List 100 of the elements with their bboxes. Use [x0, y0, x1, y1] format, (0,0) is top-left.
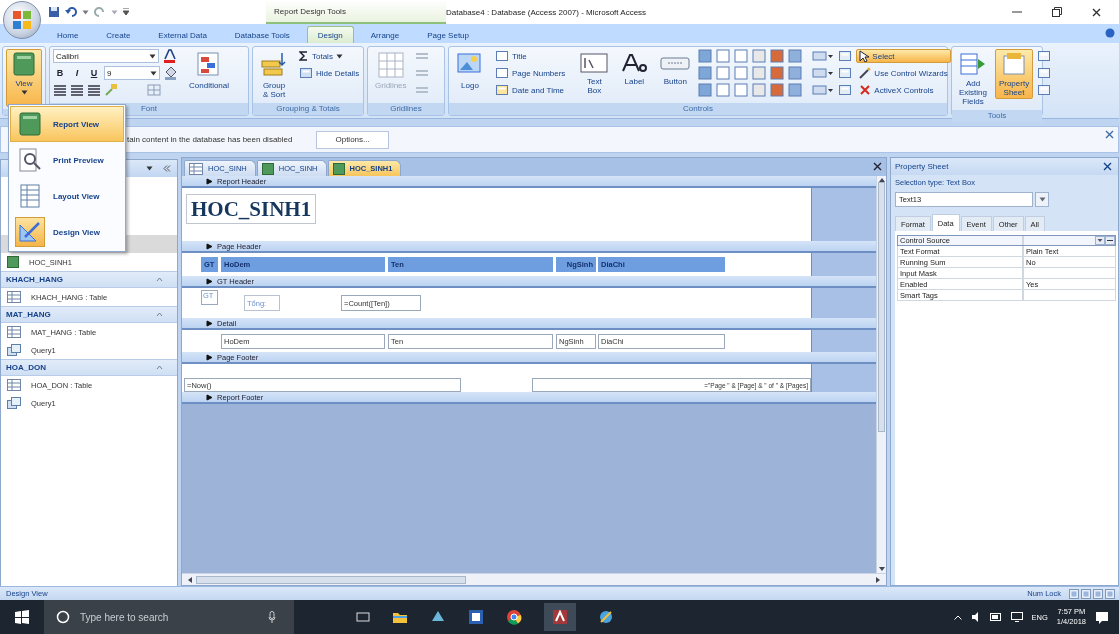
nav-group-header[interactable]: KHACH_HANG: [1, 271, 177, 288]
conditional-button[interactable]: Conditional: [185, 49, 234, 92]
logo-button[interactable]: Logo: [452, 49, 488, 92]
restore-icon[interactable]: [1052, 7, 1062, 17]
close-icon[interactable]: [1103, 162, 1112, 171]
wand-icon: [859, 67, 872, 79]
wizard-icon[interactable]: [838, 66, 853, 80]
control-toolbox-drawing[interactable]: [698, 49, 805, 99]
tab-order-icon[interactable]: [1037, 83, 1051, 97]
control-wizards-button[interactable]: Use Control Wizards: [856, 66, 951, 80]
search-icon: [56, 610, 70, 624]
help-icon[interactable]: [1105, 28, 1115, 38]
align-left-icon[interactable]: [53, 84, 67, 96]
align-right-icon[interactable]: [87, 84, 101, 96]
tool-button[interactable]: Property Sheet: [995, 49, 1033, 99]
report-label[interactable]: HOC_SINH1: [186, 194, 317, 224]
speaker-icon[interactable]: [970, 612, 981, 622]
font-size-dropdown[interactable]: 9: [104, 66, 160, 80]
group-sort-button[interactable]: Group & Sort: [256, 49, 292, 101]
vertical-scrollbar[interactable]: [876, 176, 886, 573]
select-button[interactable]: Select: [856, 49, 951, 63]
line-type-icon[interactable]: [812, 66, 835, 80]
totals-button[interactable]: Totals: [296, 49, 363, 63]
scroll-thumb[interactable]: [878, 182, 885, 432]
build-icon[interactable]: [1105, 235, 1115, 245]
windows-logo-icon[interactable]: [15, 610, 29, 624]
scroll-left-icon: [188, 576, 192, 583]
browser-icon[interactable]: [506, 609, 522, 625]
format-painter-icon[interactable]: [104, 83, 118, 97]
chevron-up-icon[interactable]: [953, 614, 962, 620]
font-name-dropdown[interactable]: Calibri: [53, 49, 159, 63]
ribbon-tab[interactable]: Design: [306, 26, 354, 43]
ribbon-tab[interactable]: Page Setup: [416, 26, 480, 43]
task-view-icon[interactable]: [356, 611, 370, 623]
collapse-icon[interactable]: [156, 311, 163, 318]
undo-icon[interactable]: [65, 6, 77, 18]
app-icon[interactable]: [598, 609, 614, 625]
ribbon-tab[interactable]: Database Tools: [223, 26, 301, 43]
activex-icon: [859, 84, 872, 96]
title-button[interactable]: Title: [492, 49, 569, 63]
view-menu-item[interactable]: Print Preview: [10, 142, 124, 178]
report-view-icon[interactable]: [1069, 588, 1079, 599]
close-icon[interactable]: [873, 162, 882, 171]
ribbon-tab[interactable]: External Data: [147, 26, 218, 43]
horizontal-scrollbar[interactable]: [182, 573, 886, 585]
app-icon[interactable]: [468, 609, 484, 625]
page-numbers-button[interactable]: Page Numbers: [492, 66, 569, 80]
scroll-thumb[interactable]: [196, 575, 466, 584]
date-time-button[interactable]: Date and Time: [492, 83, 569, 97]
hide-details-button[interactable]: Hide Details: [296, 66, 363, 80]
form-icon[interactable]: [1037, 66, 1051, 80]
tool-button[interactable]: Add Existing Fields: [955, 49, 991, 108]
format-button[interactable]: B: [53, 66, 67, 80]
section-marker-icon: [206, 319, 213, 327]
folder-icon[interactable]: [392, 610, 408, 624]
view-menu-item[interactable]: Layout View: [10, 178, 124, 214]
line-color-icon[interactable]: [812, 83, 835, 97]
button-tool-button[interactable]: Button: [656, 49, 695, 88]
view-button[interactable]: View: [6, 49, 42, 107]
section-marker-icon: [206, 393, 213, 401]
view-menu-item[interactable]: Design View: [10, 214, 124, 250]
refresh-icon[interactable]: [1037, 49, 1051, 63]
view-menu-item[interactable]: Report View: [10, 106, 124, 142]
view-icon: [11, 51, 37, 77]
layout-view-icon[interactable]: [1081, 588, 1091, 599]
design-view-icon: [17, 219, 43, 245]
label-button[interactable]: Label: [616, 49, 653, 88]
close-icon[interactable]: [1092, 7, 1101, 17]
format-button[interactable]: U: [87, 66, 101, 80]
notification-icon[interactable]: [1095, 610, 1109, 624]
margin-area: [811, 288, 876, 318]
dropdown-icon[interactable]: [1095, 235, 1105, 245]
dropdown-icon[interactable]: [1038, 197, 1046, 202]
collapse-icon[interactable]: [156, 364, 163, 371]
ribbon-tab[interactable]: Home: [46, 26, 90, 43]
align-center-icon[interactable]: [70, 84, 84, 96]
save-icon[interactable]: [48, 6, 60, 18]
text-box-button[interactable]: Text Box: [576, 49, 613, 97]
options-button[interactable]: Options...: [316, 130, 389, 149]
caret-icon: [150, 70, 157, 76]
display-icon[interactable]: [1010, 612, 1023, 622]
ribbon-tab[interactable]: Create: [95, 26, 142, 43]
battery-icon[interactable]: [989, 613, 1002, 621]
design-view-icon[interactable]: [1105, 588, 1115, 599]
report-view-icon: [17, 111, 43, 137]
ribbon-tab[interactable]: Arrange: [359, 26, 411, 43]
collapse-icon[interactable]: [156, 276, 163, 283]
activex-button[interactable]: ActiveX Controls: [856, 83, 951, 97]
format-button[interactable]: I: [70, 66, 84, 80]
line-thickness-icon[interactable]: [812, 49, 835, 63]
nav-group-header[interactable]: HOA_DON: [1, 359, 177, 376]
window-title: Database4 : Database (Access 2007) - Microsoft Access: [446, 7, 647, 17]
redo-icon[interactable]: [94, 6, 106, 18]
nav-group-header[interactable]: MAT_HANG: [1, 306, 177, 323]
customize-icon[interactable]: [123, 8, 129, 16]
snap-icon[interactable]: [838, 83, 853, 97]
collapse-icon[interactable]: [163, 165, 171, 172]
insert-page-icon[interactable]: [838, 49, 853, 63]
print-preview-icon[interactable]: [1093, 588, 1103, 599]
taskbar-search-field[interactable]: Type here to search: [44, 600, 294, 634]
